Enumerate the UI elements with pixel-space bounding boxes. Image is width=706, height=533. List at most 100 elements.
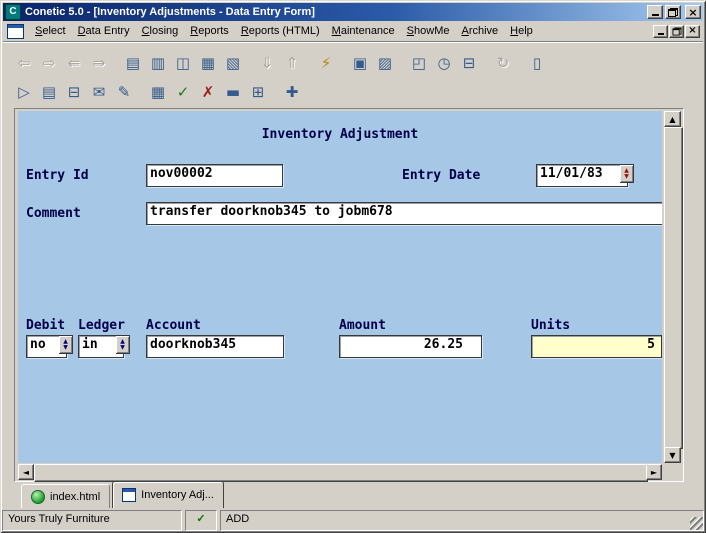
toolbar-separator <box>516 52 525 74</box>
tabbar: index.html Inventory Adj... <box>3 481 703 508</box>
mdi-close-button[interactable]: × <box>685 24 700 38</box>
account-field[interactable]: doorknob345 <box>146 335 284 358</box>
tab-index-html[interactable]: index.html <box>21 484 111 508</box>
app-window: C Conetic 5.0 - [Inventory Adjustments -… <box>0 0 706 533</box>
page-up-icon: ⇑ <box>280 52 304 74</box>
exit-icon[interactable]: ▯ <box>525 52 549 74</box>
debit-label: Debit <box>26 318 66 333</box>
scroll-down-icon[interactable]: ▼ <box>664 447 681 463</box>
clock-icon[interactable]: ◷ <box>432 52 456 74</box>
grid-view-icon[interactable]: ▦ <box>146 81 170 103</box>
tab-label: index.html <box>50 490 101 503</box>
mdi-window-controls: × <box>652 24 703 38</box>
toolbar-separator <box>398 52 407 74</box>
scroll-up-icon[interactable]: ▲ <box>664 111 681 127</box>
tab-label: Inventory Adj... <box>141 489 214 501</box>
menu-item-reports[interactable]: Reports <box>184 22 235 40</box>
spin-down-icon: ▼ <box>624 172 629 180</box>
toolbar-row-2: ▷ ▤ ⊟ ✉ ✎ ▦ ✓ ✗ ▬ ⊞ ✚ <box>12 80 305 104</box>
comment-field[interactable]: transfer doorknob345 to jobm678 <box>146 202 662 225</box>
status-mode: ADD <box>220 510 704 531</box>
copy-icon[interactable]: ▣ <box>348 52 372 74</box>
toolbar-separator <box>246 52 255 74</box>
form-window-icon[interactable]: ▦ <box>196 52 220 74</box>
report-print-icon[interactable]: ⊟ <box>62 81 86 103</box>
grid-cancel-icon[interactable]: ✗ <box>196 81 220 103</box>
toolbar-separator <box>112 52 121 74</box>
account-label: Account <box>146 318 201 333</box>
resize-grip[interactable] <box>690 517 703 530</box>
scrollbar-corner <box>664 464 681 480</box>
scroll-right-icon[interactable]: ► <box>646 464 662 480</box>
page-down-icon: ⇓ <box>255 52 279 74</box>
menu-item-reports-html[interactable]: Reports (HTML) <box>235 22 326 40</box>
ledger-spinner[interactable]: ▲ ▼ <box>116 335 130 354</box>
status-check-indicator: ✓ <box>185 510 217 531</box>
entry-id-label: Entry Id <box>26 168 89 183</box>
menu-item-data-entry[interactable]: Data Entry <box>72 22 136 40</box>
form-clear-icon[interactable]: ▤ <box>121 52 145 74</box>
entry-id-field[interactable]: nov00002 <box>146 164 283 187</box>
window-list-icon[interactable]: ◰ <box>407 52 431 74</box>
calculator-icon[interactable]: ⊞ <box>246 81 270 103</box>
toolbar-row-1: ⇦ ⇨ ⇚ ⇛ ▤ ▥ ◫ ▦ ▧ ⇓ ⇑ ⚡ ▣ ▨ ◰ ◷ ⊟ ↻ ▯ <box>12 51 550 75</box>
form-recall-icon[interactable]: ▥ <box>146 52 170 74</box>
toolbar-separator <box>137 81 146 103</box>
data-entry-form: Inventory Adjustment Entry Id nov00002 E… <box>18 111 662 463</box>
form-icon <box>122 488 137 502</box>
window-close-button[interactable]: × <box>685 5 701 19</box>
menu-item-closing[interactable]: Closing <box>136 22 185 40</box>
close-icon: × <box>688 25 697 36</box>
units-field[interactable]: 5 <box>531 335 662 358</box>
toolbar-panel: ⇦ ⇨ ⇚ ⇛ ▤ ▥ ◫ ▦ ▧ ⇓ ⇑ ⚡ ▣ ▨ ◰ ◷ ⊟ ↻ ▯ ▷ ▤ ⊟ ✉ ✎ ▦ ✓ ✗ ▬ ⊞ ✚ <box>3 42 703 109</box>
mdi-minimize-button[interactable] <box>653 24 668 38</box>
vertical-scrollbar[interactable]: ▲ ▼ <box>664 111 683 463</box>
grid-accept-icon[interactable]: ✓ <box>171 81 195 103</box>
amount-label: Amount <box>339 318 386 333</box>
window-minimize-button[interactable] <box>647 5 663 19</box>
menu-item-help[interactable]: Help <box>504 22 539 40</box>
horizontal-scrollbar[interactable]: ◄ ► <box>18 464 662 482</box>
menu-item-archive[interactable]: Archive <box>455 22 504 40</box>
vertical-scrollbar-thumb[interactable] <box>664 127 683 449</box>
report-preview-icon[interactable]: ▤ <box>37 81 61 103</box>
form-duplicate-icon[interactable]: ◫ <box>171 52 195 74</box>
close-icon: × <box>688 5 698 19</box>
restore-icon <box>672 26 681 36</box>
restore-icon <box>668 7 678 17</box>
horizontal-scrollbar-thumb[interactable] <box>34 464 648 482</box>
spin-down-icon: ▼ <box>63 343 68 351</box>
entry-date-label: Entry Date <box>402 168 481 183</box>
debit-spinner[interactable]: ▲ ▼ <box>59 335 73 354</box>
scroll-left-icon[interactable]: ◄ <box>18 464 34 480</box>
amount-field[interactable]: 26.25 <box>339 335 482 358</box>
app-icon[interactable]: C <box>5 4 21 20</box>
form-transfer-icon[interactable]: ▧ <box>221 52 245 74</box>
menu-item-showme[interactable]: ShowMe <box>401 22 456 40</box>
window-title: Conetic 5.0 - [Inventory Adjustments - D… <box>25 6 315 18</box>
print-icon[interactable]: ⊟ <box>457 52 481 74</box>
record-last-icon: ⇨ <box>37 52 61 74</box>
execute-query-icon[interactable]: ⚡ <box>314 52 338 74</box>
paste-icon[interactable]: ▨ <box>373 52 397 74</box>
minimize-icon <box>651 14 659 16</box>
new-window-icon[interactable]: ✚ <box>280 81 304 103</box>
form-title: Inventory Adjustment <box>261 127 419 142</box>
menu-items: Select Data Entry Closing Reports Reports (H… <box>29 22 539 40</box>
mdi-restore-button[interactable] <box>669 24 684 38</box>
report-run-icon[interactable]: ▷ <box>12 81 36 103</box>
menu-item-maintenance[interactable]: Maintenance <box>326 22 401 40</box>
menu-item-select[interactable]: Select <box>29 22 72 40</box>
entry-date-field[interactable]: 11/01/83 <box>536 164 628 187</box>
tab-inventory-adj[interactable]: Inventory Adj... <box>112 481 224 508</box>
report-edit-icon[interactable]: ✎ <box>112 81 136 103</box>
minimize-icon <box>657 32 664 35</box>
toolbar-separator <box>271 81 280 103</box>
window-restore-button[interactable] <box>665 5 681 19</box>
entry-date-spinner[interactable]: ▲ ▼ <box>620 164 634 183</box>
delete-record-icon[interactable]: ▬ <box>221 81 245 103</box>
mdi-document-icon[interactable] <box>7 23 24 39</box>
record-next-icon: ⇛ <box>87 52 111 74</box>
report-mail-icon[interactable]: ✉ <box>87 81 111 103</box>
comment-label: Comment <box>26 206 81 221</box>
